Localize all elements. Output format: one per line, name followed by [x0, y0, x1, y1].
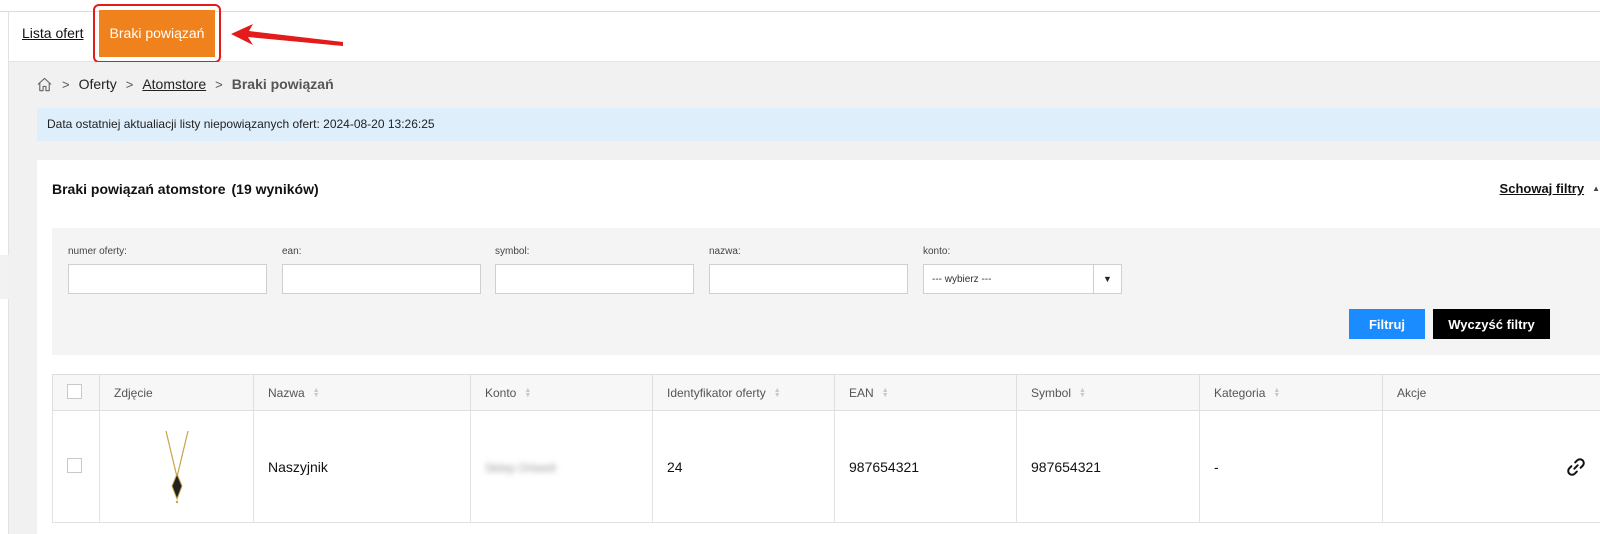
top-strip — [0, 0, 1600, 12]
account-select[interactable]: --- wybierz --- ▼ — [923, 264, 1122, 294]
sort-icon: ▲ ▼ — [1273, 387, 1281, 400]
annotation-arrow — [231, 24, 343, 46]
row-account-cell: Sklep Ortwell — [470, 410, 653, 523]
header-symbol[interactable]: Symbol ▲ ▼ — [1016, 374, 1200, 411]
clear-filters-button[interactable]: Wyczyść filtry — [1433, 309, 1550, 339]
panel-title-text: Braki powiązań atomstore — [52, 181, 226, 197]
offers-table: Zdjęcie Nazwa ▲ ▼ Konto ▲ ▼ Identyfikator of… — [52, 374, 1600, 534]
home-icon[interactable] — [36, 76, 53, 93]
name-filter: nazwa: — [709, 246, 908, 294]
header-category[interactable]: Kategoria ▲ ▼ — [1199, 374, 1383, 411]
row-checkbox[interactable] — [67, 457, 82, 473]
offer-number-filter: numer oferty: — [68, 246, 267, 294]
sort-icon: ▲ ▼ — [524, 387, 532, 400]
table-header-row: Zdjęcie Nazwa ▲ ▼ Konto ▲ ▼ Identyfikator of… — [52, 374, 1600, 411]
row-offer-id: 24 — [652, 410, 835, 523]
offer-number-input[interactable] — [68, 264, 267, 294]
ean-filter: ean: — [282, 246, 481, 294]
panel-title: Braki powiązań atomstore (19 wyników) — [52, 181, 319, 197]
table-row: Naszyjnik Sklep Ortwell 24 987654321 987… — [52, 410, 1600, 523]
name-label: nazwa: — [709, 246, 741, 257]
row-select-cell — [52, 410, 100, 523]
main-content: > Oferty > Atomstore > Braki powiązań Da… — [9, 62, 1600, 534]
header-actions: Akcje — [1382, 374, 1600, 411]
highlight-frame: Braki powiązań — [93, 4, 221, 63]
caret-up-icon: ▲ — [1592, 184, 1600, 193]
account-label: konto: — [923, 246, 951, 257]
left-rail-mark — [0, 255, 9, 299]
name-input[interactable] — [709, 264, 908, 294]
header-ean[interactable]: EAN ▲ ▼ — [834, 374, 1017, 411]
header-actions-label: Akcje — [1397, 385, 1427, 400]
product-image — [164, 430, 189, 503]
symbol-filter: symbol: — [495, 246, 694, 294]
left-rail — [0, 12, 9, 534]
row-ean: 987654321 — [834, 410, 1017, 523]
filters-box: numer oferty: ean: symbol: nazwa: konto:… — [52, 228, 1600, 355]
offer-number-label: numer oferty: — [68, 246, 127, 257]
header-name[interactable]: Nazwa ▲ ▼ — [253, 374, 471, 411]
header-symbol-label: Symbol — [1031, 385, 1072, 400]
symbol-label: symbol: — [495, 246, 530, 257]
row-account: Sklep Ortwell — [485, 460, 556, 475]
sort-icon: ▲ ▼ — [1079, 387, 1086, 400]
filter-button[interactable]: Filtruj — [1349, 309, 1425, 339]
breadcrumb-offers: Oferty — [78, 76, 117, 92]
sort-icon: ▲ ▼ — [312, 387, 320, 400]
tab-missing-links[interactable]: Braki powiązań — [99, 10, 215, 57]
row-photo-cell — [99, 410, 254, 523]
header-select-all — [52, 374, 100, 411]
results-panel: Braki powiązań atomstore (19 wyników) Sch… — [37, 160, 1600, 534]
breadcrumb-separator: > — [215, 76, 223, 92]
symbol-input[interactable] — [495, 264, 694, 294]
select-all-checkbox[interactable] — [67, 383, 82, 399]
sort-icon: ▲ ▼ — [773, 387, 781, 400]
breadcrumb-atomstore[interactable]: Atomstore — [142, 76, 206, 92]
header-account-label: Konto — [485, 385, 517, 400]
breadcrumb-separator: > — [62, 76, 70, 92]
header-offer-id-label: Identyfikator oferty — [667, 385, 766, 400]
ean-label: ean: — [282, 246, 302, 257]
tab-offer-list[interactable]: Lista ofert — [22, 25, 83, 41]
breadcrumb: > Oferty > Atomstore > Braki powiązań — [36, 74, 334, 94]
link-icon[interactable] — [1566, 457, 1586, 477]
hide-filters-label: Schowaj filtry — [1499, 181, 1585, 196]
header-photo-label: Zdjęcie — [114, 385, 153, 400]
header-ean-label: EAN — [849, 385, 874, 400]
header-offer-id[interactable]: Identyfikator oferty ▲ ▼ — [652, 374, 835, 411]
breadcrumb-separator: > — [125, 76, 134, 92]
last-update-info: Data ostatniej aktualiacji listy niepowi… — [37, 108, 1600, 141]
result-count: (19 wyników) — [231, 181, 319, 197]
row-actions-cell — [1382, 410, 1600, 523]
breadcrumb-current: Braki powiązań — [231, 76, 334, 92]
header-photo: Zdjęcie — [99, 374, 254, 411]
header-category-label: Kategoria — [1214, 385, 1266, 400]
row-symbol: 987654321 — [1016, 410, 1200, 523]
header-name-label: Nazwa — [268, 385, 305, 400]
hide-filters-toggle[interactable]: Schowaj filtry ▲ — [1500, 181, 1600, 196]
row-name: Naszyjnik — [253, 410, 471, 523]
account-select-value: --- wybierz --- — [932, 273, 992, 285]
sort-icon: ▲ ▼ — [881, 387, 889, 400]
header-account[interactable]: Konto ▲ ▼ — [470, 374, 653, 411]
ean-input[interactable] — [282, 264, 481, 294]
row-category: - — [1199, 410, 1383, 523]
account-filter: konto: --- wybierz --- ▼ — [923, 246, 1122, 294]
tab-bar: Lista ofert Braki powiązań — [9, 4, 1600, 63]
chevron-down-icon: ▼ — [1093, 265, 1121, 293]
